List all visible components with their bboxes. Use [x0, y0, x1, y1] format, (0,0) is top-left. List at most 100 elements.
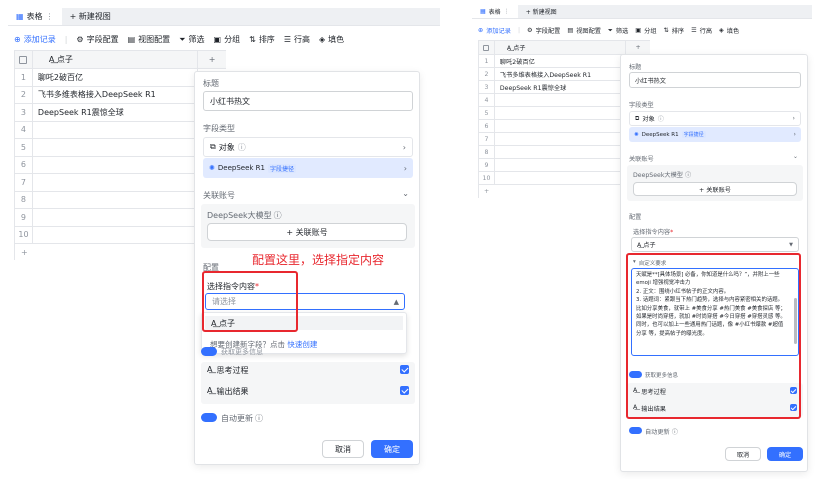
cell-idea[interactable] — [33, 226, 199, 243]
annotation-text: 配置这里，选择指定内容 — [252, 253, 385, 267]
cell-idea[interactable]: DeepSeek R1震惊全球 — [495, 81, 627, 93]
left-row-height-button[interactable]: ☰ 行高 — [284, 34, 310, 45]
title-input[interactable]: 小红书热文 — [629, 72, 801, 88]
ai-text-icon: A͟ — [207, 386, 213, 395]
left-group-button[interactable]: ▣ 分组 — [214, 34, 241, 45]
cell-idea[interactable] — [495, 94, 627, 106]
confirm-button[interactable]: 确定 — [371, 440, 413, 458]
left-tab-bar: ▦ 表格 ⋮ + 新建视图 — [8, 8, 440, 26]
right-tab-add-view[interactable]: + 新建视图 — [518, 5, 565, 18]
more-icon[interactable]: ⋮ — [504, 8, 510, 15]
cell-idea[interactable] — [495, 172, 627, 184]
right-tab-table[interactable]: ▦ 表格 ⋮ — [472, 5, 518, 18]
left-fill-button[interactable]: ◈ 填色 — [319, 34, 344, 45]
left-tab-add-view[interactable]: + 新建视图 — [62, 8, 119, 25]
label: DeepSeek大模型 — [633, 172, 683, 179]
add-column-button[interactable]: + — [198, 51, 226, 68]
right-fill-button[interactable]: ◈ 填色 — [719, 26, 739, 35]
add-column-button[interactable]: + — [626, 41, 650, 54]
tab-label: 表格 — [488, 9, 501, 16]
row-height-icon: ☰ — [283, 35, 291, 44]
cell-idea[interactable] — [495, 146, 627, 158]
quick-create-link[interactable]: 快速创建 — [287, 340, 317, 349]
cell-idea[interactable] — [33, 156, 199, 173]
cell-idea[interactable] — [33, 121, 199, 138]
field-type-label: 字段类型 — [203, 124, 235, 133]
cell-idea[interactable] — [495, 159, 627, 171]
deepseek-icon: ✺ — [634, 131, 639, 138]
right-row-height-button[interactable]: ☰ 行高 — [691, 26, 712, 35]
account-name: DeepSeek大模型 ⓘ — [633, 170, 691, 179]
cell-idea[interactable] — [33, 209, 199, 226]
more-icon[interactable]: ⋮ — [46, 12, 54, 21]
field-type-object[interactable]: ⧉ 对象 ⓘ › — [203, 137, 413, 157]
field-type-deepseek[interactable]: ✺ DeepSeek R1 字段捷径 › — [629, 127, 801, 142]
column-header-idea[interactable]: A͟ 点子 — [495, 41, 627, 54]
confirm-button[interactable]: 确定 — [767, 447, 803, 461]
right-filter-button[interactable]: ⏷ 筛选 — [607, 26, 629, 36]
more-info-toggle[interactable] — [201, 347, 217, 356]
right-sort-button[interactable]: ⇅ 排序 — [664, 26, 685, 35]
cell-idea[interactable]: 飞书多维表格接入DeepSeek R1 — [33, 86, 199, 103]
cell-idea[interactable] — [33, 139, 199, 156]
required-mark: * — [670, 229, 674, 236]
left-sort-button[interactable]: ⇅ 排序 — [249, 34, 275, 45]
label: 筛选 — [615, 28, 629, 35]
left-filter-button[interactable]: ⏷ 筛选 — [179, 34, 204, 45]
sort-icon: ⇅ — [249, 35, 256, 44]
cell-idea[interactable] — [495, 133, 627, 145]
cell-idea[interactable] — [33, 191, 199, 208]
select-all-checkbox[interactable] — [15, 51, 33, 68]
right-group-button[interactable]: ▣ 分组 — [635, 26, 656, 35]
table-icon: ▦ — [16, 12, 24, 21]
caret-up-icon: ▲ — [393, 297, 399, 306]
right-toolbar: ⊕ 添加记录 | ⚙ 字段配置 ▤ 视图配置 ⏷ 筛选 ▣ 分组 ⇅ 排序 ☰ 行高 ◈ 填色 — [478, 26, 739, 36]
cancel-button[interactable]: 取消 — [725, 447, 761, 461]
right-view-config-button[interactable]: ▤ 视图配置 — [567, 26, 601, 35]
auto-update-label: 自动更新 ⓘ — [645, 427, 678, 436]
left-add-record-button[interactable]: ⊕ 添加记录 — [14, 34, 56, 45]
title-input[interactable]: 小红书热文 — [203, 91, 413, 111]
cell-idea[interactable] — [495, 120, 627, 132]
auto-update-toggle[interactable] — [201, 413, 217, 422]
row-number: 5 — [479, 107, 495, 119]
field-type-object[interactable]: ⧉ 对象 ⓘ › — [629, 111, 801, 126]
left-field-config-button[interactable]: ⚙ 字段配置 — [76, 34, 118, 45]
cell-idea[interactable] — [33, 174, 199, 191]
cell-idea[interactable]: DeepSeek R1震惊全球 — [33, 104, 199, 121]
select-all-checkbox[interactable] — [479, 41, 495, 54]
cell-idea[interactable]: 聊吒2破百亿 — [495, 55, 627, 67]
filter-icon: ⏷ — [607, 26, 613, 34]
chevron-down-icon[interactable]: ⌄ — [402, 189, 409, 198]
auto-update-toggle[interactable] — [629, 427, 642, 434]
left-view-config-button[interactable]: ▤ 视图配置 — [128, 34, 171, 45]
right-field-config-button[interactable]: ⚙ 字段配置 — [527, 26, 560, 35]
add-account-button[interactable]: + 关联账号 — [633, 182, 797, 196]
row-number: 8 — [15, 191, 33, 208]
left-field-panel: 标题 小红书热文 字段类型 ⧉ 对象 ⓘ › ✺ DeepSeek R1 字段捷径 › … — [194, 71, 420, 465]
row-number: 4 — [15, 121, 33, 138]
cell-idea[interactable]: 飞书多维表格接入DeepSeek R1 — [495, 68, 627, 80]
chevron-down-icon[interactable]: ⌄ — [793, 153, 798, 160]
selected-value: A͟ 点子 — [637, 242, 656, 249]
add-account-button[interactable]: + 关联账号 — [207, 223, 407, 241]
title-label: 标题 — [203, 79, 219, 88]
row-number: 1 — [479, 55, 495, 67]
account-card: DeepSeek大模型 ⓘ + 关联账号 — [201, 204, 415, 248]
think-checkbox[interactable] — [400, 365, 409, 374]
gear-icon: ⚙ — [76, 35, 84, 44]
caret-down-icon: ▼ — [789, 241, 793, 248]
row-number: 10 — [479, 172, 495, 184]
chevron-right-icon: › — [792, 115, 795, 122]
think-option: A͟ 思考过程 — [207, 365, 248, 376]
cell-idea[interactable]: 聊吒2破百亿 — [33, 69, 199, 86]
cancel-button[interactable]: 取消 — [322, 440, 364, 458]
cell-idea[interactable] — [495, 107, 627, 119]
right-add-record-button[interactable]: ⊕ 添加记录 — [478, 26, 511, 35]
column-header-idea[interactable]: A͟ 点子 — [33, 51, 199, 68]
left-tab-table[interactable]: ▦ 表格 ⋮ — [8, 8, 62, 25]
field-type-deepseek[interactable]: ✺ DeepSeek R1 字段捷径 › — [203, 158, 413, 178]
ai-text-icon: A͟ — [207, 365, 213, 374]
select-instruction-dropdown[interactable]: A͟ 点子 ▼ — [631, 237, 799, 252]
output-checkbox[interactable] — [400, 386, 409, 395]
